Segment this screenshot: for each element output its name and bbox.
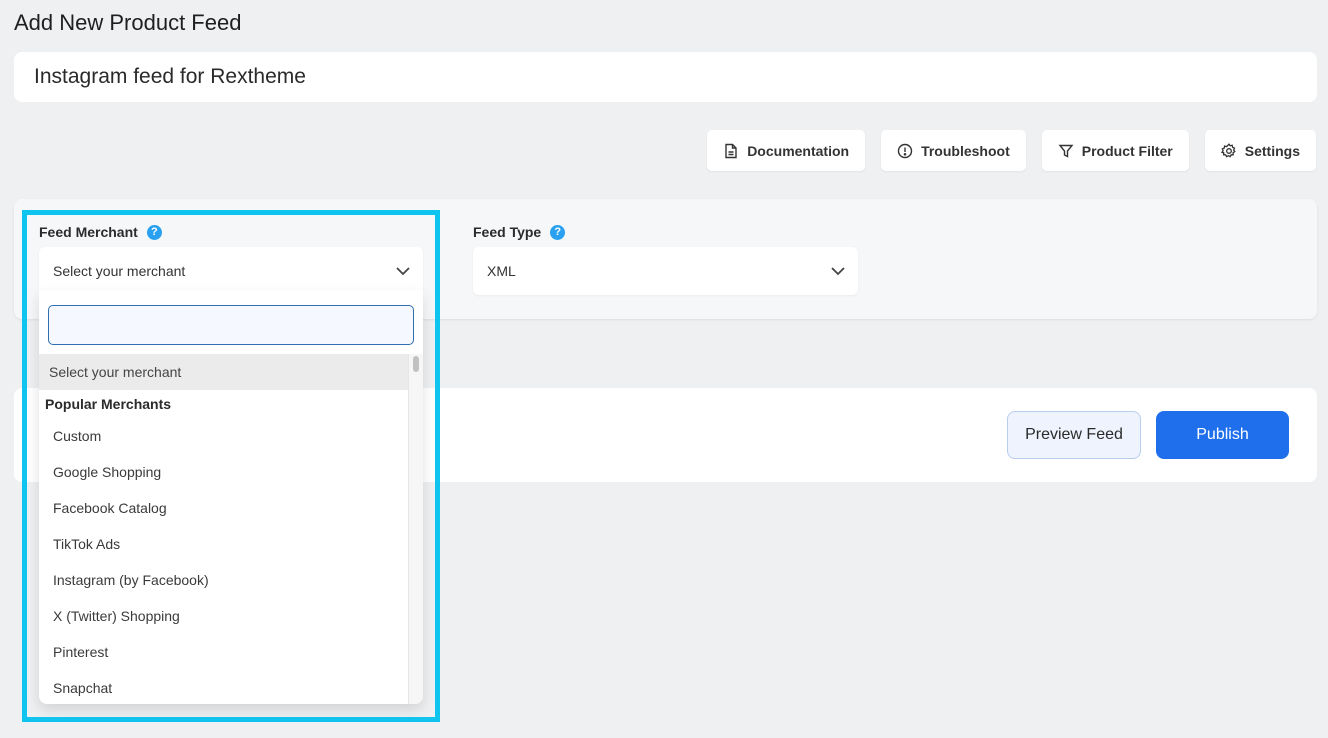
merchant-option[interactable]: Instagram (by Facebook)	[39, 562, 408, 598]
option-group-label: Popular Merchants	[45, 396, 172, 412]
merchant-option[interactable]: Snapchat	[39, 670, 408, 704]
feed-type-label: Feed Type ?	[473, 224, 566, 240]
chevron-down-icon	[831, 267, 845, 276]
gear-icon	[1220, 142, 1236, 157]
merchant-option[interactable]: Facebook Catalog	[39, 490, 408, 526]
feed-name-input[interactable]	[14, 52, 1317, 102]
merchant-option[interactable]: Pinterest	[39, 634, 408, 670]
alert-circle-icon	[897, 143, 913, 158]
help-icon[interactable]: ?	[550, 224, 566, 240]
settings-label: Settings	[1244, 142, 1300, 159]
merchant-option-placeholder[interactable]: Select your merchant	[39, 354, 408, 390]
merchant-option-list: Select your merchant Popular Merchants C…	[39, 354, 408, 704]
documentation-button[interactable]: Documentation	[707, 130, 866, 171]
filter-icon	[1058, 144, 1074, 158]
settings-button[interactable]: Settings	[1204, 130, 1316, 171]
merchant-option[interactable]: X (Twitter) Shopping	[39, 598, 408, 634]
merchant-option[interactable]: TikTok Ads	[39, 526, 408, 562]
product-filter-button[interactable]: Product Filter	[1041, 130, 1189, 171]
toolbar: Documentation Troubleshoot Product Filte…	[707, 130, 1316, 171]
feed-type-select[interactable]: XML	[473, 247, 858, 295]
merchant-option[interactable]: Google Shopping	[39, 454, 408, 490]
documentation-label: Documentation	[747, 142, 850, 159]
product-filter-label: Product Filter	[1081, 142, 1173, 159]
publish-button[interactable]: Publish	[1156, 411, 1289, 459]
chevron-down-icon	[396, 267, 410, 276]
help-icon[interactable]: ?	[146, 224, 162, 240]
feed-merchant-value: Select your merchant	[53, 263, 186, 279]
merchant-search-input[interactable]	[48, 305, 414, 345]
document-icon	[725, 143, 737, 158]
merchant-dropdown: Select your merchant Popular Merchants C…	[39, 290, 423, 704]
dropdown-scrollbar[interactable]	[408, 354, 423, 704]
merchant-option[interactable]: Custom	[39, 418, 408, 454]
preview-feed-button[interactable]: Preview Feed	[1007, 411, 1141, 459]
feed-merchant-select[interactable]: Select your merchant	[39, 247, 423, 295]
scrollbar-thumb[interactable]	[413, 356, 419, 372]
troubleshoot-button[interactable]: Troubleshoot	[881, 130, 1026, 171]
troubleshoot-label: Troubleshoot	[921, 142, 1010, 159]
page-title: Add New Product Feed	[14, 10, 242, 35]
feed-type-value: XML	[487, 263, 516, 279]
feed-merchant-label: Feed Merchant ?	[39, 224, 162, 240]
